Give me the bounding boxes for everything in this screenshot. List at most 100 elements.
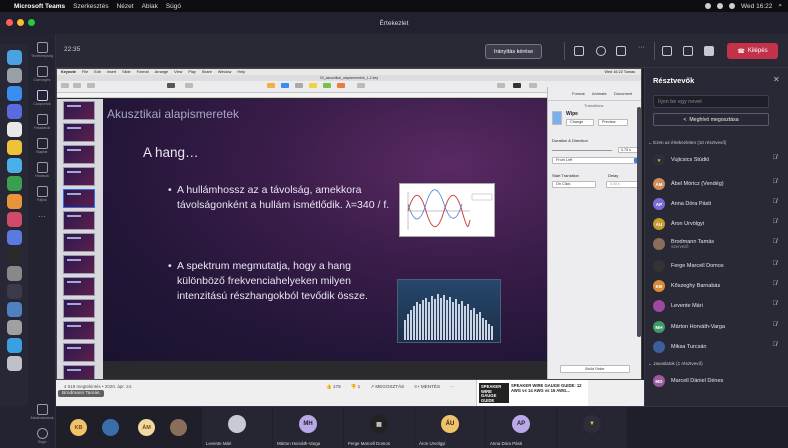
slide-thumbnail[interactable] (63, 365, 95, 379)
keynote-menu-share[interactable]: Share (202, 70, 212, 74)
request-control-button[interactable]: Irányítás kérése (485, 44, 543, 59)
zoom-icon[interactable] (73, 83, 81, 88)
slide-thumbnail[interactable] (63, 343, 95, 362)
recommended-video[interactable]: SPEAKER WIRE GAUGE GUIDE SPEAKER WIRE GA… (476, 380, 588, 406)
table-icon[interactable] (267, 83, 275, 88)
keynote-live-icon[interactable] (185, 83, 193, 88)
direction-select[interactable]: From Left (552, 157, 640, 164)
participant-row[interactable]: Brodmann Tamás Szervező 🎙̸ (653, 236, 781, 252)
keynote-menu-window[interactable]: Window (218, 70, 232, 74)
participant-row[interactable]: MH Márton Horváth-Varga 🎙̸ (653, 319, 781, 335)
participant-row[interactable]: Ferge Marcell Domos 🎙̸ (653, 258, 781, 274)
participant-row[interactable]: ▼ Vujicsics Stúdió 🎙̸ (653, 152, 781, 168)
chat-icon[interactable] (596, 46, 606, 56)
mic-icon[interactable] (683, 46, 693, 56)
appstore-icon[interactable] (6, 158, 22, 173)
shape-icon[interactable] (309, 83, 317, 88)
participants-icon[interactable] (574, 46, 584, 56)
rail-item-chat[interactable]: Csevegés (28, 66, 56, 82)
tab-document[interactable]: Document (614, 91, 632, 96)
rail-item-calendar[interactable]: Naptár (28, 138, 56, 154)
participant-row[interactable]: ÁM Ábel Móricz (Vendég) 🎙̸ (653, 176, 781, 192)
keynote-dock-icon[interactable] (6, 230, 22, 245)
invite-input[interactable]: Írjon be egy nevet (653, 95, 769, 108)
terminal-icon[interactable] (6, 248, 22, 263)
finder-icon[interactable] (6, 50, 22, 65)
view-icon[interactable] (61, 83, 69, 88)
menubar-app-name[interactable]: Microsoft Teams (14, 3, 65, 10)
preview-button[interactable]: Preview (598, 119, 628, 126)
keynote-menu-format[interactable]: Format (137, 70, 149, 74)
slide-thumbnail[interactable] (63, 167, 95, 186)
calendar-dock-icon[interactable] (6, 122, 22, 137)
minimize-window-button[interactable] (17, 19, 24, 26)
menu-item-szerkesztes[interactable]: Szerkesztés (73, 3, 108, 10)
collaborate-icon[interactable] (357, 83, 365, 88)
wifi-icon[interactable] (705, 3, 712, 9)
close-icon[interactable]: ✕ (773, 75, 780, 84)
slide-thumbnail[interactable] (63, 145, 95, 164)
participant-row[interactable]: Levente Mári 🎙̸ (653, 298, 781, 314)
spotlight-icon[interactable]: ⌕ (778, 2, 782, 10)
keynote-menu-app[interactable]: Keynote (61, 70, 76, 74)
menu-item-nezet[interactable]: Nézet (117, 3, 134, 10)
more-icon[interactable]: ··· (450, 384, 455, 390)
delay-field[interactable]: 0.00 s (606, 181, 640, 188)
slide-thumbnail[interactable] (63, 211, 95, 230)
participant-row[interactable]: KB Kőszeghy Barnabás 🎙̸ (653, 278, 781, 294)
suggested-header[interactable]: ⌄ Javaslatok (1 résztvevő) (648, 361, 703, 367)
format-icon[interactable] (497, 83, 505, 88)
folder-icon[interactable] (6, 338, 22, 353)
keynote-menu-edit[interactable]: Edit (94, 70, 101, 74)
app-icon[interactable] (6, 284, 22, 299)
video-tile[interactable]: MH Márton Horváth-Varga (273, 407, 343, 448)
video-tile[interactable]: AP Anna Dóra Pásti (486, 407, 556, 448)
slide-thumbnail[interactable] (63, 123, 95, 142)
start-transition-select[interactable]: On Click (552, 181, 596, 188)
slide-thumbnail[interactable] (63, 321, 95, 340)
more-actions-icon[interactable]: ··· (638, 44, 645, 51)
slide-thumbnail-selected[interactable] (63, 189, 95, 208)
rail-item-activity[interactable]: Tevékenység (28, 42, 56, 58)
dislike-button[interactable]: 👎 1 (351, 384, 361, 390)
keynote-menu-arrange[interactable]: Arrange (155, 70, 169, 74)
preferences-icon[interactable] (6, 266, 22, 281)
rail-item-assignments[interactable]: Feladatok (28, 114, 56, 130)
save-button[interactable]: ≡+ MENTÉS (414, 384, 440, 390)
menu-item-sugo[interactable]: Súgó (166, 3, 181, 10)
shared-screen[interactable]: Keynote File Edit Insert Slide Format Ar… (56, 68, 644, 406)
keynote-menu-help[interactable]: Help (237, 70, 245, 74)
tab-animate[interactable]: Animate (592, 91, 607, 96)
document-icon[interactable] (529, 83, 537, 88)
participant-row[interactable]: Miksa Turcsán 🎙̸ (653, 339, 781, 355)
share-screen-icon[interactable] (704, 46, 714, 56)
slide-thumbnail[interactable] (63, 299, 95, 318)
leave-button[interactable]: ☎ Kilépés (727, 43, 778, 59)
video-tile[interactable]: ▼ (557, 407, 627, 448)
avatar[interactable] (102, 419, 119, 436)
reactions-icon[interactable] (616, 46, 626, 56)
keynote-menu-file[interactable]: File (82, 70, 88, 74)
pages-icon[interactable] (6, 194, 22, 209)
rail-item-more[interactable]: ··· (28, 212, 56, 221)
video-tile[interactable]: ▦ Ferge Marcell Domos (344, 407, 414, 448)
like-button[interactable]: 👍 178 (326, 384, 341, 390)
slide-thumbnail[interactable] (63, 101, 95, 120)
share-invite-button[interactable]: < Meghívó megosztása (653, 113, 769, 126)
participant-row[interactable]: AP Anna Dóra Pásti 🎙̸ (653, 196, 781, 212)
slide-thumbnail[interactable] (63, 255, 95, 274)
play-icon[interactable] (167, 83, 175, 88)
keynote-menu-slide[interactable]: Slide (122, 70, 130, 74)
rail-item-teams[interactable]: Csoportok (28, 90, 56, 106)
add-slide-icon[interactable] (87, 83, 95, 88)
battery-icon[interactable] (729, 3, 736, 9)
suggested-row[interactable]: MD Marcell Dániel Dénes (653, 373, 781, 389)
bluetooth-icon[interactable] (717, 3, 724, 9)
menubar-clock[interactable]: Wed 16:22 (741, 3, 772, 10)
rail-item-files[interactable]: Fájlok (28, 186, 56, 202)
rail-item-help[interactable]: Súgó (28, 428, 56, 444)
notes-icon[interactable] (6, 140, 22, 155)
zoom-window-button[interactable] (28, 19, 35, 26)
keynote-menu-play[interactable]: Play (188, 70, 195, 74)
camera-off-icon[interactable] (662, 46, 672, 56)
